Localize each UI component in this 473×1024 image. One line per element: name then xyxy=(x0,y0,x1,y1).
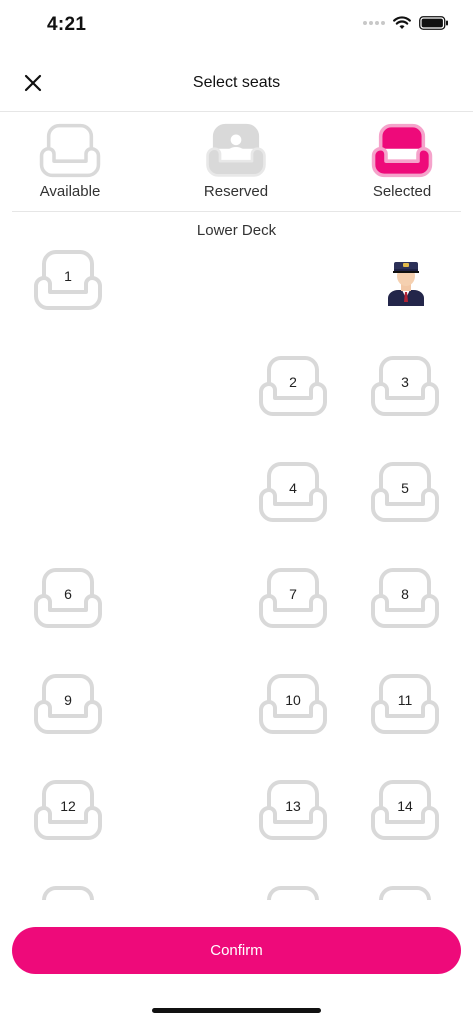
seat-15[interactable]: 15 xyxy=(32,884,104,900)
seat-number: 8 xyxy=(401,586,409,602)
seat-7[interactable]: 7 xyxy=(257,566,329,630)
status-bar: 4:21 xyxy=(0,0,473,52)
seat-4[interactable]: 4 xyxy=(257,460,329,524)
status-icons xyxy=(363,16,449,30)
seat-8[interactable]: 8 xyxy=(369,566,441,630)
legend-available-label: Available xyxy=(39,183,101,200)
seat-legend: Available Reserved Selected xyxy=(0,116,473,210)
seat-number: 12 xyxy=(60,798,76,814)
home-indicator xyxy=(152,1008,321,1013)
legend-reserved-label: Reserved xyxy=(203,183,269,200)
divider xyxy=(12,211,461,212)
seat-number: 7 xyxy=(289,586,297,602)
seat-13[interactable]: 13 xyxy=(257,778,329,842)
reserved-seat-icon xyxy=(206,123,266,177)
page-title: Select seats xyxy=(192,74,281,91)
seat-1[interactable]: 1 xyxy=(32,248,104,312)
seat-number: 3 xyxy=(401,374,409,390)
confirm-button[interactable]: Confirm xyxy=(12,927,461,974)
seat-10[interactable]: 10 xyxy=(257,672,329,736)
seat-number: 9 xyxy=(64,692,72,708)
selected-seat-icon xyxy=(371,123,433,178)
seat-number: 5 xyxy=(401,480,409,496)
seat-14[interactable]: 14 xyxy=(369,778,441,842)
wifi-icon xyxy=(393,16,411,29)
nav-bar: Select seats xyxy=(0,56,473,112)
seat-map: 1 2 3 4 5 6 7 8 9 10 11 12 13 14 xyxy=(0,240,473,900)
seat-number: 13 xyxy=(285,798,301,814)
seat-11[interactable]: 11 xyxy=(369,672,441,736)
driver-icon xyxy=(388,262,424,306)
seat-number: 4 xyxy=(289,480,297,496)
seat-number: 10 xyxy=(285,692,301,708)
legend-available: Available xyxy=(10,122,130,200)
seat-icon xyxy=(32,884,104,900)
seat-16[interactable]: 16 xyxy=(257,884,329,900)
legend-selected-label: Selected xyxy=(372,183,432,200)
legend-reserved: Reserved xyxy=(176,122,296,200)
signal-icon xyxy=(363,21,385,25)
battery-icon xyxy=(419,16,448,30)
seat-number: 14 xyxy=(397,798,413,814)
seat-6[interactable]: 6 xyxy=(32,566,104,630)
available-seat-icon xyxy=(38,122,102,179)
seat-number: 1 xyxy=(64,268,72,284)
seat-icon xyxy=(369,884,441,900)
seat-17[interactable]: 17 xyxy=(369,884,441,900)
deck-label: Lower Deck xyxy=(196,222,277,239)
seat-9[interactable]: 9 xyxy=(32,672,104,736)
legend-selected: Selected xyxy=(342,122,462,200)
seat-number: 11 xyxy=(397,692,413,708)
seat-3[interactable]: 3 xyxy=(369,354,441,418)
seat-12[interactable]: 12 xyxy=(32,778,104,842)
seat-2[interactable]: 2 xyxy=(257,354,329,418)
seat-number: 2 xyxy=(289,374,297,390)
seat-icon xyxy=(257,884,329,900)
status-time: 4:21 xyxy=(47,14,87,35)
seat-5[interactable]: 5 xyxy=(369,460,441,524)
seat-number: 6 xyxy=(64,586,72,602)
